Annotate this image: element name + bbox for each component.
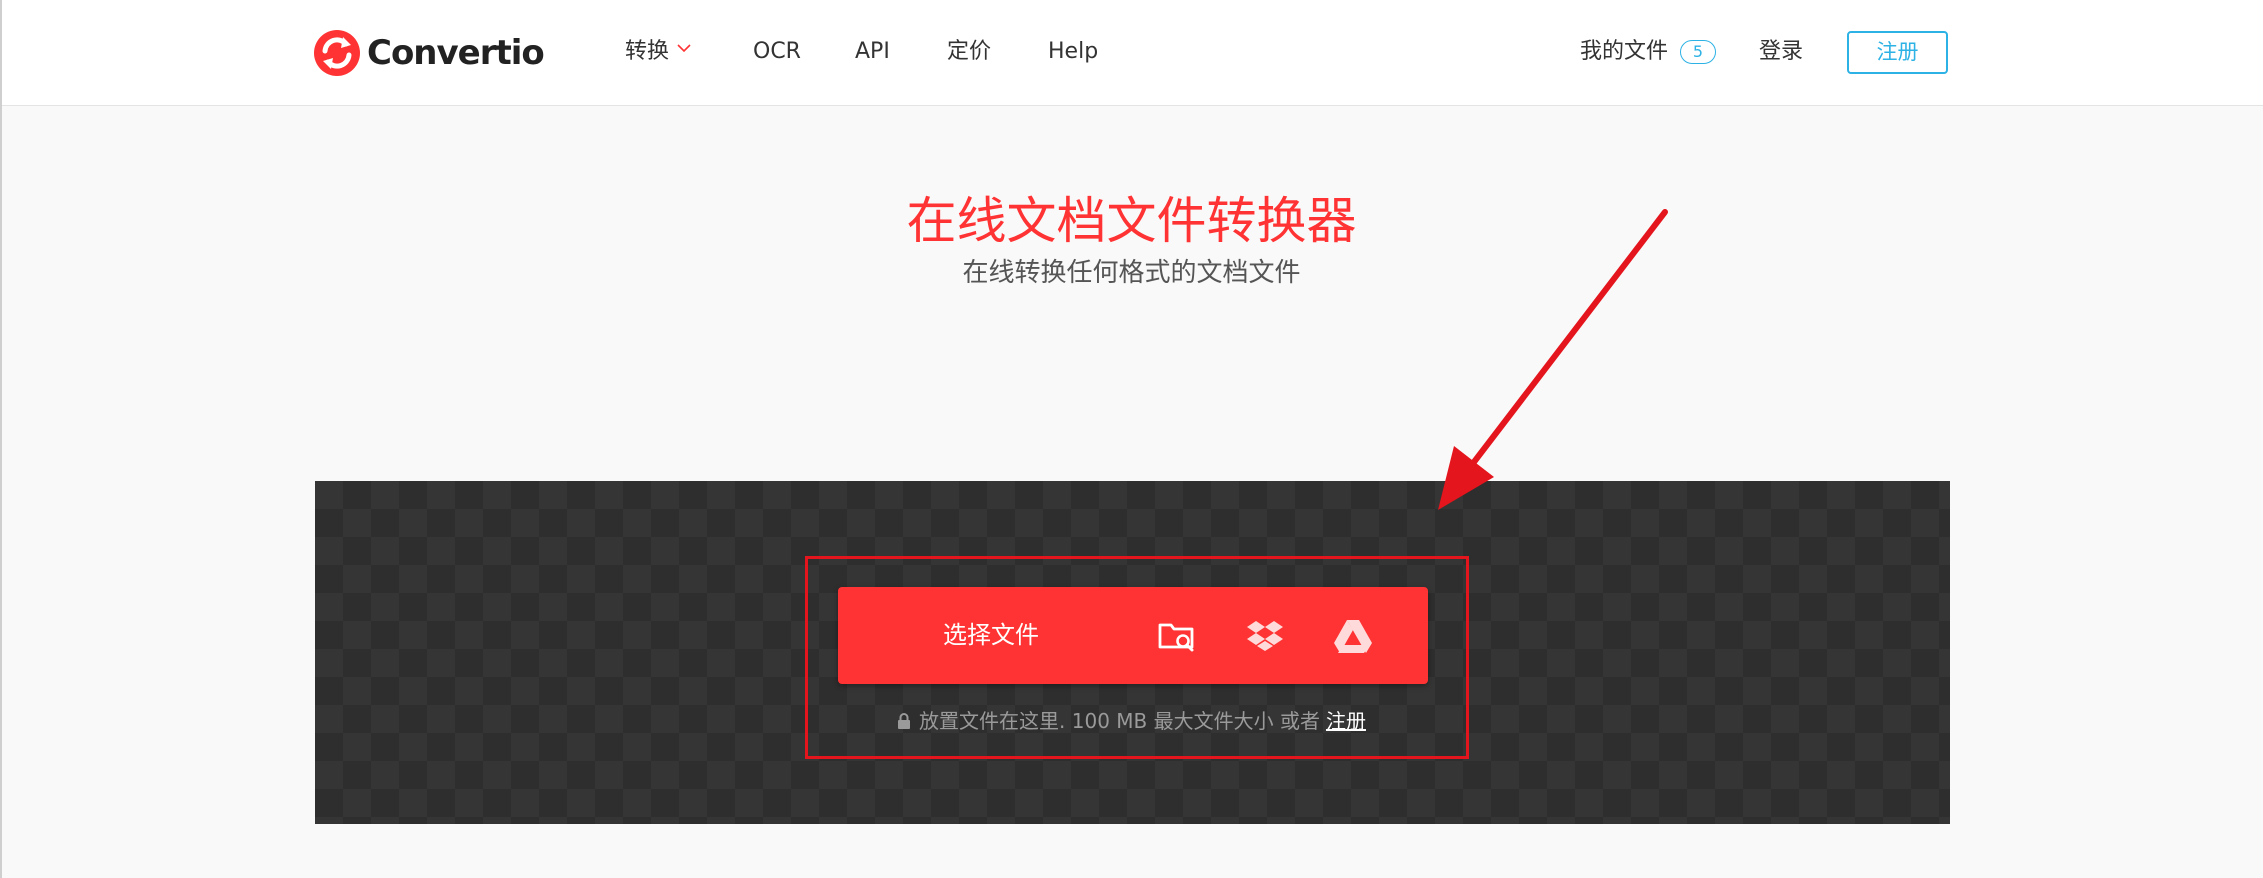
upload-hint-text: 放置文件在这里. 100 MB 最大文件大小 或者 [919, 709, 1320, 733]
logo-text: Convertio [367, 33, 545, 73]
my-files-label: 我的文件 [1580, 39, 1669, 64]
nav-ocr[interactable]: OCR [753, 34, 801, 70]
my-files-link[interactable]: 我的文件 5 [1580, 34, 1717, 70]
page-subtitle: 在线转换任何格式的文档文件 [962, 258, 1301, 288]
choose-file-button[interactable]: 选择文件 [943, 587, 1039, 684]
google-drive-icon[interactable] [1332, 615, 1374, 657]
upload-hint: 放置文件在这里. 100 MB 最大文件大小 或者 注册 [0, 705, 2263, 737]
files-count-badge: 5 [1680, 40, 1717, 64]
nav-convert[interactable]: 转换 [625, 34, 691, 70]
file-picker-bar: 选择文件 [838, 587, 1428, 684]
signup-button[interactable]: 注册 [1847, 31, 1948, 74]
hint-signup-link[interactable]: 注册 [1326, 709, 1366, 733]
lock-icon [898, 713, 911, 729]
login-link[interactable]: 登录 [1759, 34, 1803, 70]
window-edge [0, 0, 2, 878]
convertio-logo[interactable]: Convertio [313, 28, 545, 78]
logo-icon [314, 30, 360, 76]
nav-api[interactable]: API [855, 34, 890, 70]
dropbox-icon[interactable] [1244, 615, 1286, 657]
chevron-down-icon [677, 44, 691, 53]
nav-convert-label: 转换 [625, 39, 670, 64]
nav-help[interactable]: Help [1048, 34, 1098, 70]
folder-search-icon[interactable] [1156, 615, 1198, 657]
page-title: 在线文档文件转换器 [906, 192, 1357, 250]
nav-pricing[interactable]: 定价 [947, 34, 991, 70]
